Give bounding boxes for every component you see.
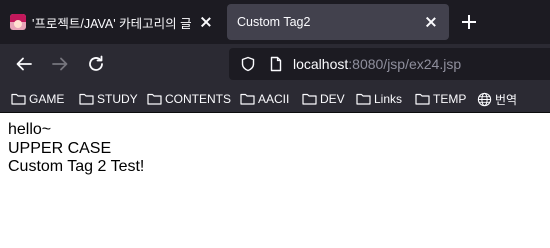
new-tab-plus-icon[interactable] xyxy=(459,12,479,32)
bookmark-label: TEMP xyxy=(433,92,467,106)
shield-icon[interactable] xyxy=(240,56,256,72)
custom-tag-test-text: Custom Tag 2 Test! xyxy=(8,158,145,175)
folder-icon xyxy=(240,93,255,105)
folder-icon xyxy=(147,93,162,105)
globe-icon xyxy=(477,92,492,106)
address-bar[interactable]: localhost:8080/jsp/ex24.jsp xyxy=(229,48,550,80)
url-path: :8080/jsp/ex24.jsp xyxy=(348,56,462,72)
tab-custom-tag2[interactable]: Custom Tag2 xyxy=(227,4,449,40)
bookmark-links[interactable]: Links xyxy=(356,90,402,108)
bookmark-label: DEV xyxy=(320,92,345,106)
folder-icon xyxy=(356,93,371,105)
tab-strip: '프로젝트/JAVA' 카테고리의 글 Custom Tag2 xyxy=(0,0,550,44)
forward-arrow-icon[interactable] xyxy=(48,52,72,76)
url-host: localhost xyxy=(293,56,349,72)
folder-icon xyxy=(11,93,26,105)
bookmark-label: Links xyxy=(374,92,403,106)
bookmark-label: STUDY xyxy=(97,92,138,106)
browser-chrome: '프로젝트/JAVA' 카테고리의 글 Custom Tag2 localhos… xyxy=(0,0,550,113)
bookmark-aacii[interactable]: AACII xyxy=(240,90,289,108)
page-content: hello~ UPPER CASE Custom Tag 2 Test! xyxy=(8,121,144,177)
close-icon[interactable] xyxy=(198,14,214,30)
bookmark-label: AACII xyxy=(258,92,290,106)
greeting-text: hello~ xyxy=(8,121,52,138)
bookmark-game[interactable]: GAME xyxy=(11,90,64,108)
bookmark-temp[interactable]: TEMP xyxy=(415,90,466,108)
url-text[interactable]: localhost:8080/jsp/ex24.jsp xyxy=(293,56,461,72)
bookmark-dev[interactable]: DEV xyxy=(302,90,345,108)
bookmark-label: GAME xyxy=(29,92,65,106)
bookmark-contents[interactable]: CONTENTS xyxy=(147,90,231,108)
bookmark-label: CONTENTS xyxy=(165,92,231,106)
tab-title: '프로젝트/JAVA' 카테고리의 글 xyxy=(32,16,192,31)
bookmark-translate[interactable]: 번역 xyxy=(477,90,517,108)
folder-icon xyxy=(302,93,317,105)
page-info-icon[interactable] xyxy=(268,56,284,72)
upper-case-text: UPPER CASE xyxy=(8,139,112,157)
folder-icon xyxy=(79,93,94,105)
bookmarks-toolbar: GAME STUDY CONTENTS AACII DEV Links TEMP xyxy=(0,84,550,113)
back-arrow-icon[interactable] xyxy=(12,52,36,76)
reload-icon[interactable] xyxy=(84,52,108,76)
tab-title: Custom Tag2 xyxy=(237,15,311,29)
tab-blog-category[interactable]: '프로젝트/JAVA' 카테고리의 글 xyxy=(0,0,224,44)
folder-icon xyxy=(415,93,430,105)
bookmark-label: 번역 xyxy=(495,92,518,107)
bookmark-study[interactable]: STUDY xyxy=(79,90,138,108)
anime-avatar-icon xyxy=(10,14,26,30)
close-icon[interactable] xyxy=(423,14,439,30)
